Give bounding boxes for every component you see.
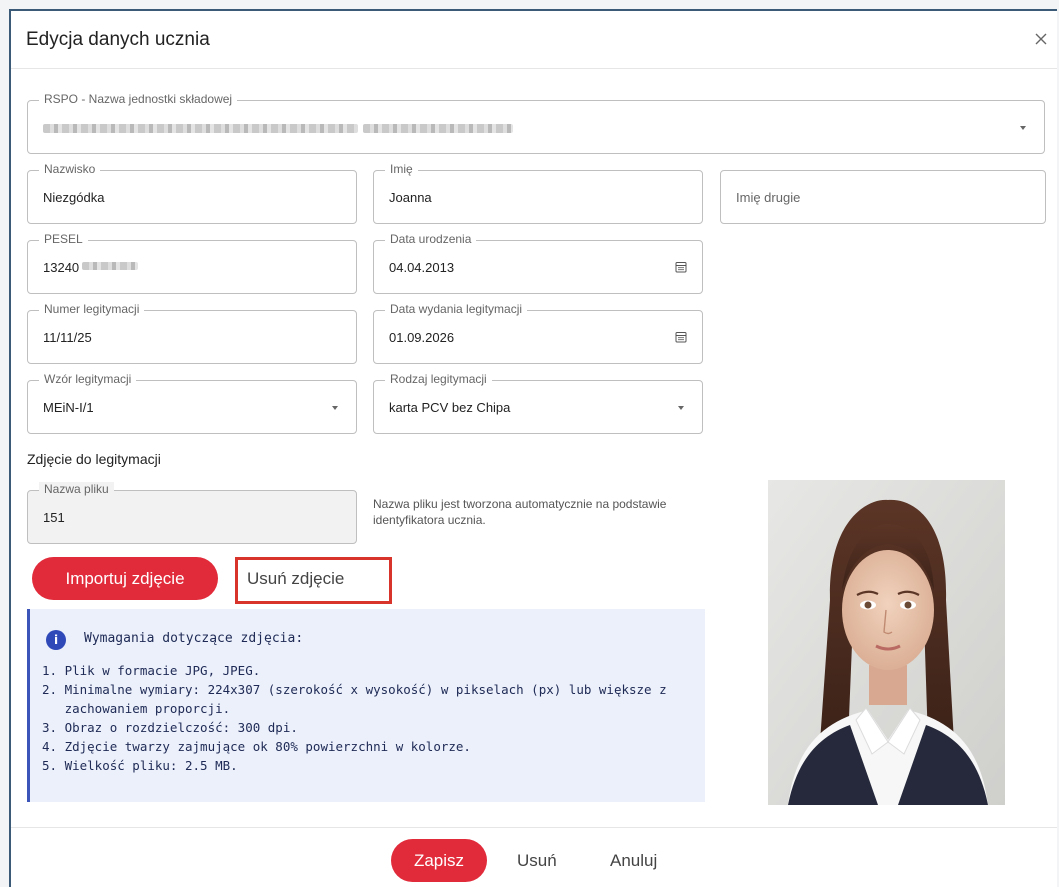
list-item: 5. Wielkość pliku: 2.5 MB. xyxy=(42,758,238,773)
second-name-field[interactable]: Imię drugie xyxy=(720,170,1046,224)
rspo-value-blurred xyxy=(43,124,358,133)
edit-student-dialog: Edycja danych ucznia RSPO - Nazwa jednos… xyxy=(9,9,1057,887)
delete-button[interactable]: Usuń xyxy=(517,851,557,871)
list-item: 3. Obraz o rozdzielczość: 300 dpi. xyxy=(42,720,298,735)
list-item: 4. Zdjęcie twarzy zajmujące ok 80% powie… xyxy=(42,739,471,754)
dialog-footer: Zapisz Usuń Anuluj xyxy=(11,827,1057,887)
second-name-placeholder: Imię drugie xyxy=(736,190,801,205)
photo-requirements-box: i Wymagania dotyczące zdjęcia: 1. Plik w… xyxy=(27,609,705,802)
file-name-field: Nazwa pliku 151 xyxy=(27,482,357,544)
student-photo xyxy=(768,480,1005,805)
close-icon[interactable] xyxy=(1031,29,1051,49)
id-number-value: 11/11/25 xyxy=(43,330,92,345)
first-name-field[interactable]: Imię Joanna xyxy=(373,162,703,224)
dialog-title: Edycja danych ucznia xyxy=(26,28,210,50)
id-type-select[interactable]: Rodzaj legitymacji karta PCV bez Chipa xyxy=(373,372,703,434)
dialog-header: Edycja danych ucznia xyxy=(11,11,1057,69)
photo-section-title: Zdjęcie do legitymacji xyxy=(27,451,161,467)
issue-date-label: Data wydania legitymacji xyxy=(385,302,528,316)
id-template-value: MEiN-I/1 xyxy=(43,400,94,415)
pesel-label: PESEL xyxy=(39,232,88,246)
id-number-field[interactable]: Numer legitymacji 11/11/25 xyxy=(27,302,357,364)
list-item: zachowaniem proporcji. xyxy=(42,701,231,716)
id-type-value: karta PCV bez Chipa xyxy=(389,400,511,415)
id-type-label: Rodzaj legitymacji xyxy=(385,372,492,386)
first-name-value: Joanna xyxy=(389,190,432,205)
file-name-hint: Nazwa pliku jest tworzona automatycznie … xyxy=(373,497,667,527)
surname-field[interactable]: Nazwisko Niezgódka xyxy=(27,162,357,224)
file-name-value: 151 xyxy=(43,510,65,525)
birth-date-label: Data urodzenia xyxy=(385,232,477,246)
birth-date-value: 04.04.2013 xyxy=(389,260,455,275)
import-photo-button[interactable]: Importuj zdjęcie xyxy=(32,557,218,600)
list-item: 1. Plik w formacie JPG, JPEG. xyxy=(42,663,261,678)
issue-date-value: 01.09.2026 xyxy=(389,330,455,345)
first-name-label: Imię xyxy=(385,162,418,176)
id-template-select[interactable]: Wzór legitymacji MEiN-I/1 xyxy=(27,372,357,434)
pesel-value: 13240 xyxy=(43,260,80,275)
id-number-label: Numer legitymacji xyxy=(39,302,145,316)
remove-photo-button[interactable]: Usuń zdjęcie xyxy=(247,569,344,589)
info-icon: i xyxy=(46,630,66,650)
calendar-icon[interactable] xyxy=(675,331,687,343)
surname-label: Nazwisko xyxy=(39,162,101,176)
chevron-down-icon xyxy=(332,406,338,410)
requirements-list: 1. Plik w formacie JPG, JPEG. 2. Minimal… xyxy=(42,661,667,775)
id-template-label: Wzór legitymacji xyxy=(39,372,137,386)
chevron-down-icon xyxy=(678,406,684,410)
pesel-blurred xyxy=(82,262,138,270)
issue-date-field[interactable]: Data wydania legitymacji 01.09.2026 xyxy=(373,302,703,364)
rspo-label: RSPO - Nazwa jednostki składowej xyxy=(39,92,238,106)
chevron-down-icon xyxy=(1020,126,1026,130)
pesel-field[interactable]: PESEL 13240 xyxy=(27,232,357,294)
birth-date-field[interactable]: Data urodzenia 04.04.2013 xyxy=(373,232,703,294)
surname-value: Niezgódka xyxy=(43,190,105,205)
file-name-label: Nazwa pliku xyxy=(39,482,114,496)
requirements-title: Wymagania dotyczące zdjęcia: xyxy=(84,631,304,646)
list-item: 2. Minimalne wymiary: 224x307 (szerokość… xyxy=(42,682,667,697)
save-button[interactable]: Zapisz xyxy=(391,839,487,882)
cancel-button[interactable]: Anuluj xyxy=(610,851,657,871)
calendar-icon[interactable] xyxy=(675,261,687,273)
rspo-select[interactable]: RSPO - Nazwa jednostki składowej xyxy=(27,92,1045,154)
